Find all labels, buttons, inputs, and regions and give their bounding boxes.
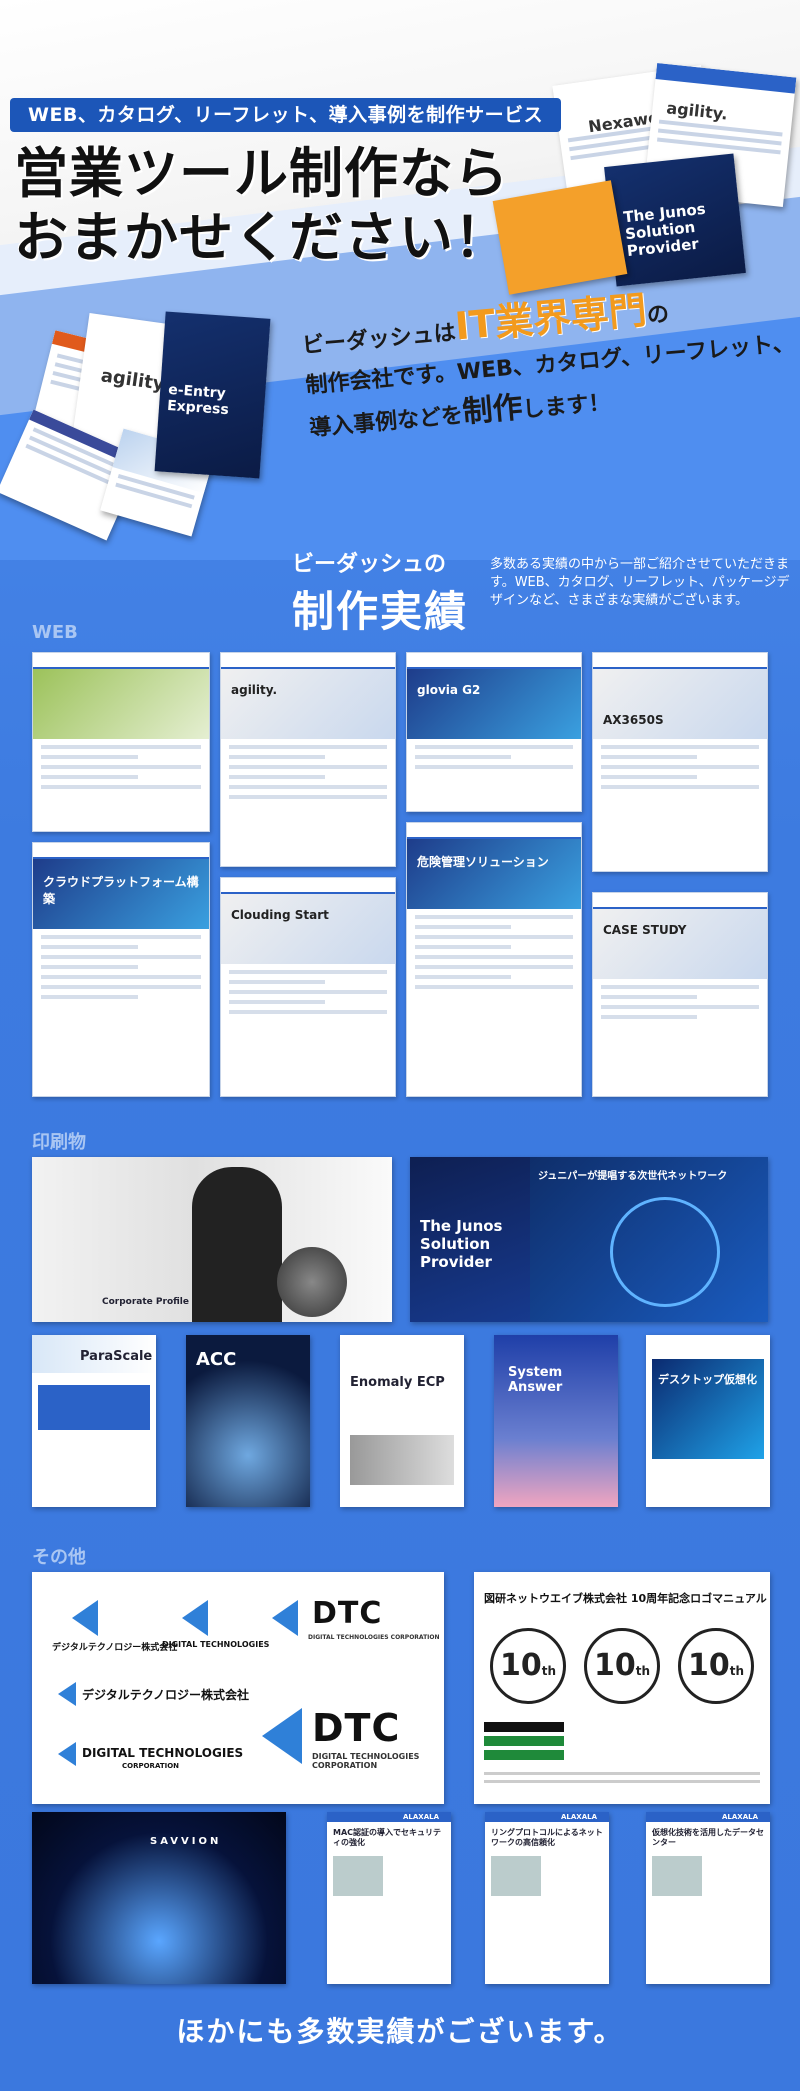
works-description: 多数ある実績の中から一部ご紹介させていただきます。WEB、カタログ、リーフレット… [490, 557, 790, 608]
print-junos[interactable]: The Junos Solution Provider ジュニパーが提唱する次世… [410, 1157, 768, 1322]
section-label-print: 印刷物 [32, 1132, 86, 1153]
dtc-logo-icon [182, 1600, 208, 1636]
case-study-3[interactable]: ALAXALA 仮想化技術を活用したデータセンター [646, 1812, 770, 1984]
print-acc[interactable]: ACC [186, 1335, 310, 1507]
dtc-logo-icon [58, 1682, 76, 1706]
page: Nexaweb agility. The Junos Solution Prov… [0, 0, 800, 2091]
service-badge: WEB、カタログ、リーフレット、導入事例を制作サービス [10, 98, 562, 132]
web-shot[interactable]: glovia G2 [406, 652, 582, 812]
web-shot[interactable]: 危険管理ソリューション [406, 822, 582, 1097]
print-system-answer[interactable]: System Answer [494, 1335, 618, 1507]
tenth-anniversary-mark: 10th [584, 1628, 660, 1704]
footer-message: ほかにも多数実績がございます。 [176, 2015, 624, 2048]
hero: Nexaweb agility. The Junos Solution Prov… [0, 0, 800, 560]
dtc-logo-icon [58, 1742, 76, 1766]
case-study-2[interactable]: ALAXALA リングプロトコルによるネットワークの高信頼化 [485, 1812, 609, 1984]
print-enomaly[interactable]: Enomaly ECP [340, 1335, 464, 1507]
hero-title: 営業ツール制作なら おまかせください！ [14, 142, 509, 269]
section-label-web: WEB [32, 622, 78, 643]
case-study-1[interactable]: ALAXALA MAC認証の導入でセキュリティの強化 [327, 1812, 451, 1984]
collage-e-entry: e-Entry Express [154, 311, 271, 479]
web-shot[interactable]: CASE STUDY [592, 892, 768, 1097]
print-corporate-profile[interactable]: Corporate Profile [32, 1157, 392, 1322]
logo-manual-card[interactable]: 図研ネットウエイブ株式会社 10周年記念ロゴマニュアル 10th 10th 10… [474, 1572, 770, 1804]
logo-card-dtc[interactable]: デジタルテクノロジー株式会社 DIGITAL TECHNOLOGIES DTC … [32, 1572, 444, 1804]
tenth-anniversary-mark: 10th [490, 1628, 566, 1704]
print-savvion[interactable]: SAVVION [32, 1812, 286, 1984]
tenth-anniversary-mark: 10th [678, 1628, 754, 1704]
print-desktop-virtualization[interactable]: デスクトップ仮想化 [646, 1335, 770, 1507]
section-label-other: その他 [32, 1547, 86, 1568]
dtc-logo-icon [262, 1708, 302, 1764]
dtc-logo-icon [272, 1600, 298, 1636]
print-parascale[interactable]: ParaScale [32, 1335, 156, 1507]
web-shot[interactable]: Clouding Start [220, 877, 396, 1097]
web-shot[interactable]: クラウドプラットフォーム構築 [32, 842, 210, 1097]
dtc-logo-icon [72, 1600, 98, 1636]
web-shot[interactable] [32, 652, 210, 832]
works-heading: ビーダッシュの 制作実績 [292, 552, 469, 636]
web-shot[interactable]: AX3650S [592, 652, 768, 872]
web-shot[interactable]: agility. [220, 652, 396, 867]
